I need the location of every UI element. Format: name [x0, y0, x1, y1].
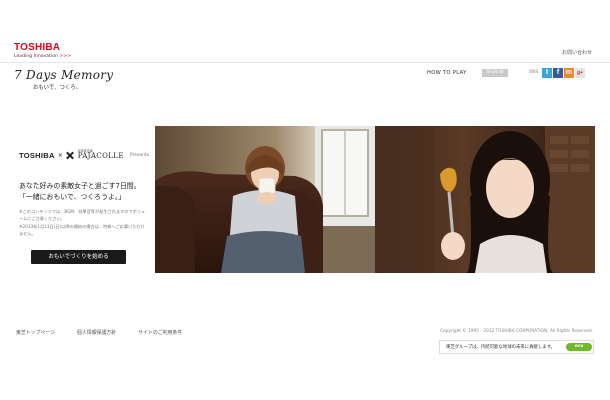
footer-link-terms[interactable]: サイトのご利用条件 [138, 329, 182, 336]
photo-girl-coffee [155, 126, 375, 273]
partner-logos: TOSHIBA × 写真家直撮 PAJACOLLE Presents [19, 150, 149, 160]
brand-name: TOSHIBA [14, 42, 61, 53]
note-2: ※2013年1月13日(日)以降の開始の場合は、特典へご応募いただけません。 [19, 223, 145, 236]
footer-link-top[interactable]: 東芝トップページ [16, 329, 55, 336]
contact-link[interactable]: お問い合わせ [562, 49, 592, 56]
promo-notes: ※このコンテンツでは、BGM、効果音等が発生されますのでボリュームにご注意くださ… [19, 208, 147, 237]
partner-toshiba: TOSHIBA [19, 150, 55, 160]
eco-badge[interactable]: eco [566, 343, 592, 351]
header-divider [0, 62, 610, 63]
hero-photo-left [155, 126, 375, 273]
promo-headline: あなた好みの素敵女子と過ごす7日間。 「一緒におもいで、つくろうよ。」 [19, 181, 141, 202]
google-plus-icon[interactable]: g+ [575, 68, 585, 78]
tagline-text: Leading Innovation [14, 54, 58, 59]
hero-photo-right [375, 126, 595, 273]
brand-tagline: Leading Innovation >>> [14, 54, 71, 60]
presents-text: Presents [129, 152, 150, 158]
footer-link-privacy[interactable]: 個人情報保護方針 [77, 329, 116, 336]
pajacolle-mark-icon [66, 151, 75, 160]
footer-links: 東芝トップページ 個人情報保護方針 サイトのご利用条件 [16, 329, 182, 336]
site-title[interactable]: 7 Days Memory [14, 68, 113, 82]
site-subtitle: おもいで、つくろ。 [33, 85, 82, 91]
pajacolle-name: PAJACOLLE [77, 152, 124, 160]
signin-badge[interactable]: SIGN IN [482, 69, 508, 77]
twitter-icon[interactable]: t [542, 68, 552, 78]
how-to-play-link[interactable]: HOW TO PLAY [427, 70, 466, 76]
headline-line-2: 「一緒におもいで、つくろうよ。」 [19, 192, 126, 201]
copyright: Copyright © 1995 - 2012 TOSHIBA CORPORAT… [440, 329, 593, 334]
partner-cross: × [57, 151, 63, 159]
headline-line-1: あなた好みの素敵女子と過ごす7日間。 [19, 182, 141, 190]
toshiba-logo[interactable]: TOSHIBA Leading Innovation >>> [14, 43, 71, 60]
start-button[interactable]: おもいでづくりを始める [31, 250, 126, 264]
eco-text: 東芝グループは、持続可能な地球の未来に貢献します。 [446, 345, 556, 350]
mixi-icon[interactable]: m [564, 68, 574, 78]
facebook-icon[interactable]: f [553, 68, 563, 78]
tagline-arrows: >>> [59, 54, 71, 59]
sns-icons: t f m g+ [542, 68, 585, 78]
pajacolle-logo: 写真家直撮 PAJACOLLE [78, 150, 124, 160]
photo-girl-fork [375, 126, 595, 273]
note-1: ※このコンテンツでは、BGM、効果音等が発生されますのでボリュームにご注意くださ… [19, 209, 146, 222]
sns-label: SNS [529, 70, 539, 75]
